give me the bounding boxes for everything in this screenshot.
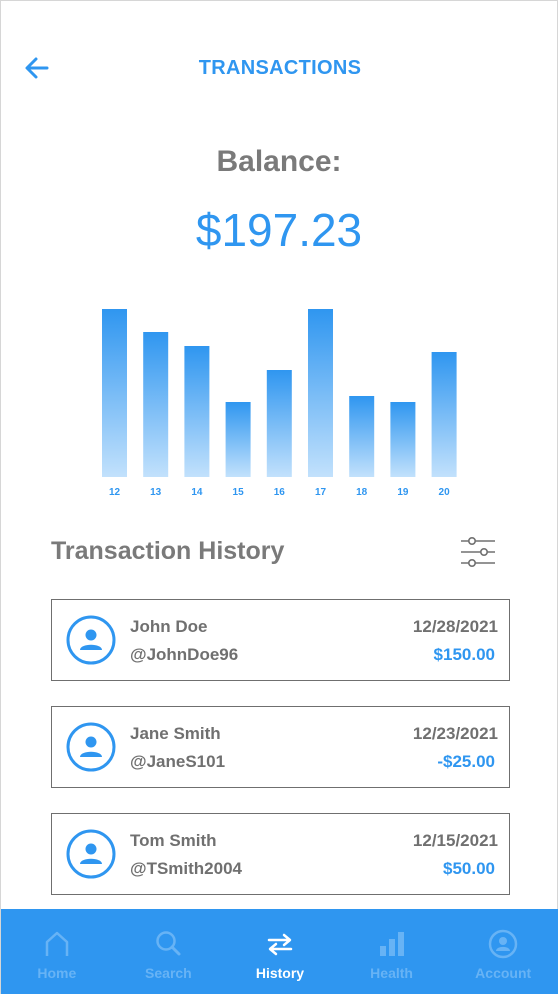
swap-arrows-icon: [267, 933, 293, 956]
nav-item-account[interactable]: Account: [447, 909, 558, 994]
nav-label: Account: [475, 965, 532, 981]
chart-bar: [102, 309, 127, 477]
chart-bar: [225, 402, 251, 477]
nav-label: Search: [145, 965, 192, 981]
transaction-date: 12/28/2021: [412, 617, 498, 636]
chart-bar: [266, 370, 292, 477]
home-icon: [45, 931, 69, 956]
chart-tick-label: 17: [315, 487, 327, 498]
balance-bar-chart: 12 13 14 15 16 17 18 19 20: [102, 309, 457, 498]
user-circle-icon: [488, 929, 518, 959]
balance-label: Balance:: [216, 145, 342, 178]
chart-bar: [390, 402, 416, 477]
search-icon: [156, 931, 181, 956]
nav-label: History: [255, 965, 305, 981]
chart-bar: [143, 332, 169, 477]
header: TRANSACTIONS: [1, 41, 558, 95]
transaction-date: 12/23/2021: [412, 724, 498, 743]
app-screen: TRANSACTIONS Balance: $197.23 12 13 14 15 16…: [0, 0, 558, 994]
chart-tick-label: 20: [439, 487, 451, 498]
chart-tick-label: 19: [397, 487, 409, 498]
bottom-nav: Home Search History Health Account: [1, 909, 558, 994]
nav-label: Health: [370, 965, 413, 981]
transaction-name: Tom Smith: [130, 831, 217, 850]
chart-bar: [431, 352, 457, 477]
transaction-amount: $150.00: [433, 645, 495, 664]
transaction-card[interactable]: Tom Smith @TSmith2004 12/15/2021 $50.00: [51, 813, 510, 895]
nav-item-history[interactable]: History: [224, 909, 336, 994]
chart-bar: [349, 396, 375, 477]
transaction-card[interactable]: Jane Smith @JaneS101 12/23/2021 -$25.00: [51, 706, 510, 788]
user-avatar-icon: [66, 615, 116, 665]
balance-value: $197.23: [195, 204, 363, 256]
bar-chart-icon: [379, 932, 404, 956]
user-avatar-icon: [66, 722, 116, 772]
nav-item-search[interactable]: Search: [113, 909, 225, 994]
transaction-handle: @JohnDoe96: [130, 645, 239, 664]
transaction-amount: -$25.00: [437, 752, 495, 771]
transaction-name: John Doe: [130, 617, 208, 636]
user-avatar-icon: [66, 829, 116, 879]
history-title: Transaction History: [51, 537, 285, 565]
transaction-name: Jane Smith: [130, 724, 221, 743]
chart-bar: [308, 309, 333, 477]
sliders-icon: [461, 536, 495, 567]
transaction-handle: @TSmith2004: [130, 859, 243, 878]
chart-tick-label: 15: [233, 487, 245, 498]
page-title: TRANSACTIONS: [198, 57, 362, 79]
chart-tick-label: 14: [191, 487, 203, 498]
nav-item-home[interactable]: Home: [1, 909, 113, 994]
nav-label: Home: [37, 965, 77, 981]
nav-item-health[interactable]: Health: [336, 909, 448, 994]
chart-tick-label: 13: [150, 487, 162, 498]
chart-tick-label: 16: [274, 487, 286, 498]
transaction-card[interactable]: John Doe @JohnDoe96 12/28/2021 $150.00: [51, 599, 510, 681]
chart-tick-label: 18: [356, 487, 368, 498]
chart-tick-label: 12: [109, 487, 121, 498]
filter-button[interactable]: [459, 535, 497, 569]
transaction-handle: @JaneS101: [130, 752, 226, 771]
chart-bar: [184, 346, 210, 477]
transaction-date: 12/15/2021: [412, 831, 498, 850]
transaction-amount: $50.00: [443, 859, 495, 878]
